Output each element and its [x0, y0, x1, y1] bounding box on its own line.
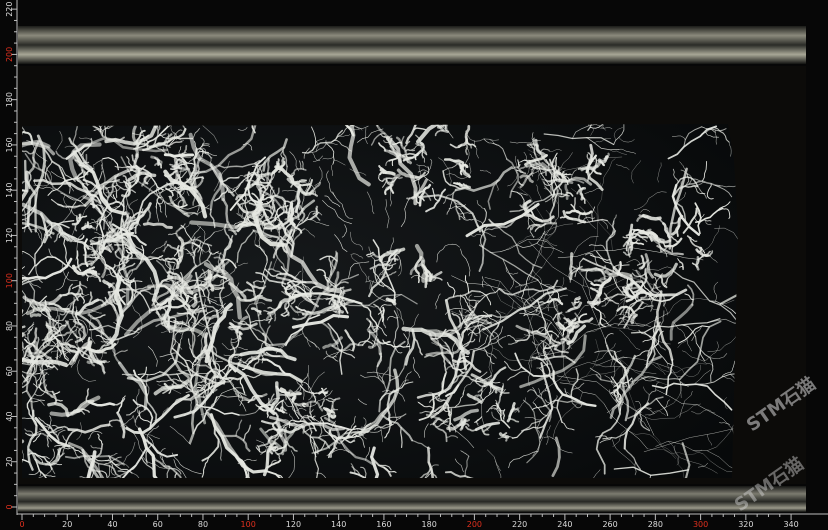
y-tick-label: 120	[5, 228, 14, 243]
vein	[404, 148, 416, 152]
x-tick-label: 120	[286, 520, 301, 529]
top-rail	[18, 26, 806, 64]
y-tick-label: 180	[5, 92, 14, 107]
vein	[417, 272, 420, 284]
x-tick-label: 100	[241, 520, 256, 529]
y-tick-label: 100	[5, 273, 14, 288]
x-tick-label: 0	[19, 520, 24, 529]
x-tick-label: 200	[467, 520, 482, 529]
x-tick-label: 140	[331, 520, 346, 529]
vein	[266, 157, 270, 175]
y-tick-label: 0	[5, 504, 14, 509]
bottom-rail	[18, 486, 806, 512]
x-tick-label: 260	[602, 520, 617, 529]
vein	[33, 341, 39, 358]
y-tick-label: 20	[5, 457, 14, 467]
vein	[695, 256, 700, 271]
y-tick-label: 220	[5, 1, 14, 16]
vein	[569, 252, 573, 281]
vein	[29, 313, 42, 318]
x-tick-label: 220	[512, 520, 527, 529]
x-tick-label: 80	[198, 520, 208, 529]
x-tick-label: 300	[693, 520, 708, 529]
y-tick-label: 40	[5, 411, 14, 421]
vein	[176, 312, 191, 315]
y-tick-label: 140	[5, 183, 14, 198]
y-tick-label: 60	[5, 366, 14, 376]
x-tick-label: 240	[557, 520, 572, 529]
slab-viewer: 0 20 40 60 80 100 120 140 160 180 200 220 0 20 40 60 80…	[0, 0, 828, 530]
x-tick-label: 20	[62, 520, 72, 529]
vein	[197, 384, 207, 386]
x-tick-label: 160	[376, 520, 391, 529]
x-tick-label: 40	[107, 520, 117, 529]
y-tick-label: 80	[5, 321, 14, 331]
x-tick-label: 340	[783, 520, 798, 529]
vein	[163, 153, 195, 158]
x-tick-label: 280	[648, 520, 663, 529]
marble-slab	[22, 124, 738, 478]
vein	[294, 402, 309, 407]
vein	[573, 197, 576, 212]
x-tick-label: 180	[422, 520, 437, 529]
y-tick-label: 200	[5, 47, 14, 62]
y-tick-label: 160	[5, 137, 14, 152]
vein	[564, 183, 569, 200]
x-tick-label: 320	[738, 520, 753, 529]
vein	[589, 300, 601, 306]
x-tick-label: 60	[153, 520, 163, 529]
